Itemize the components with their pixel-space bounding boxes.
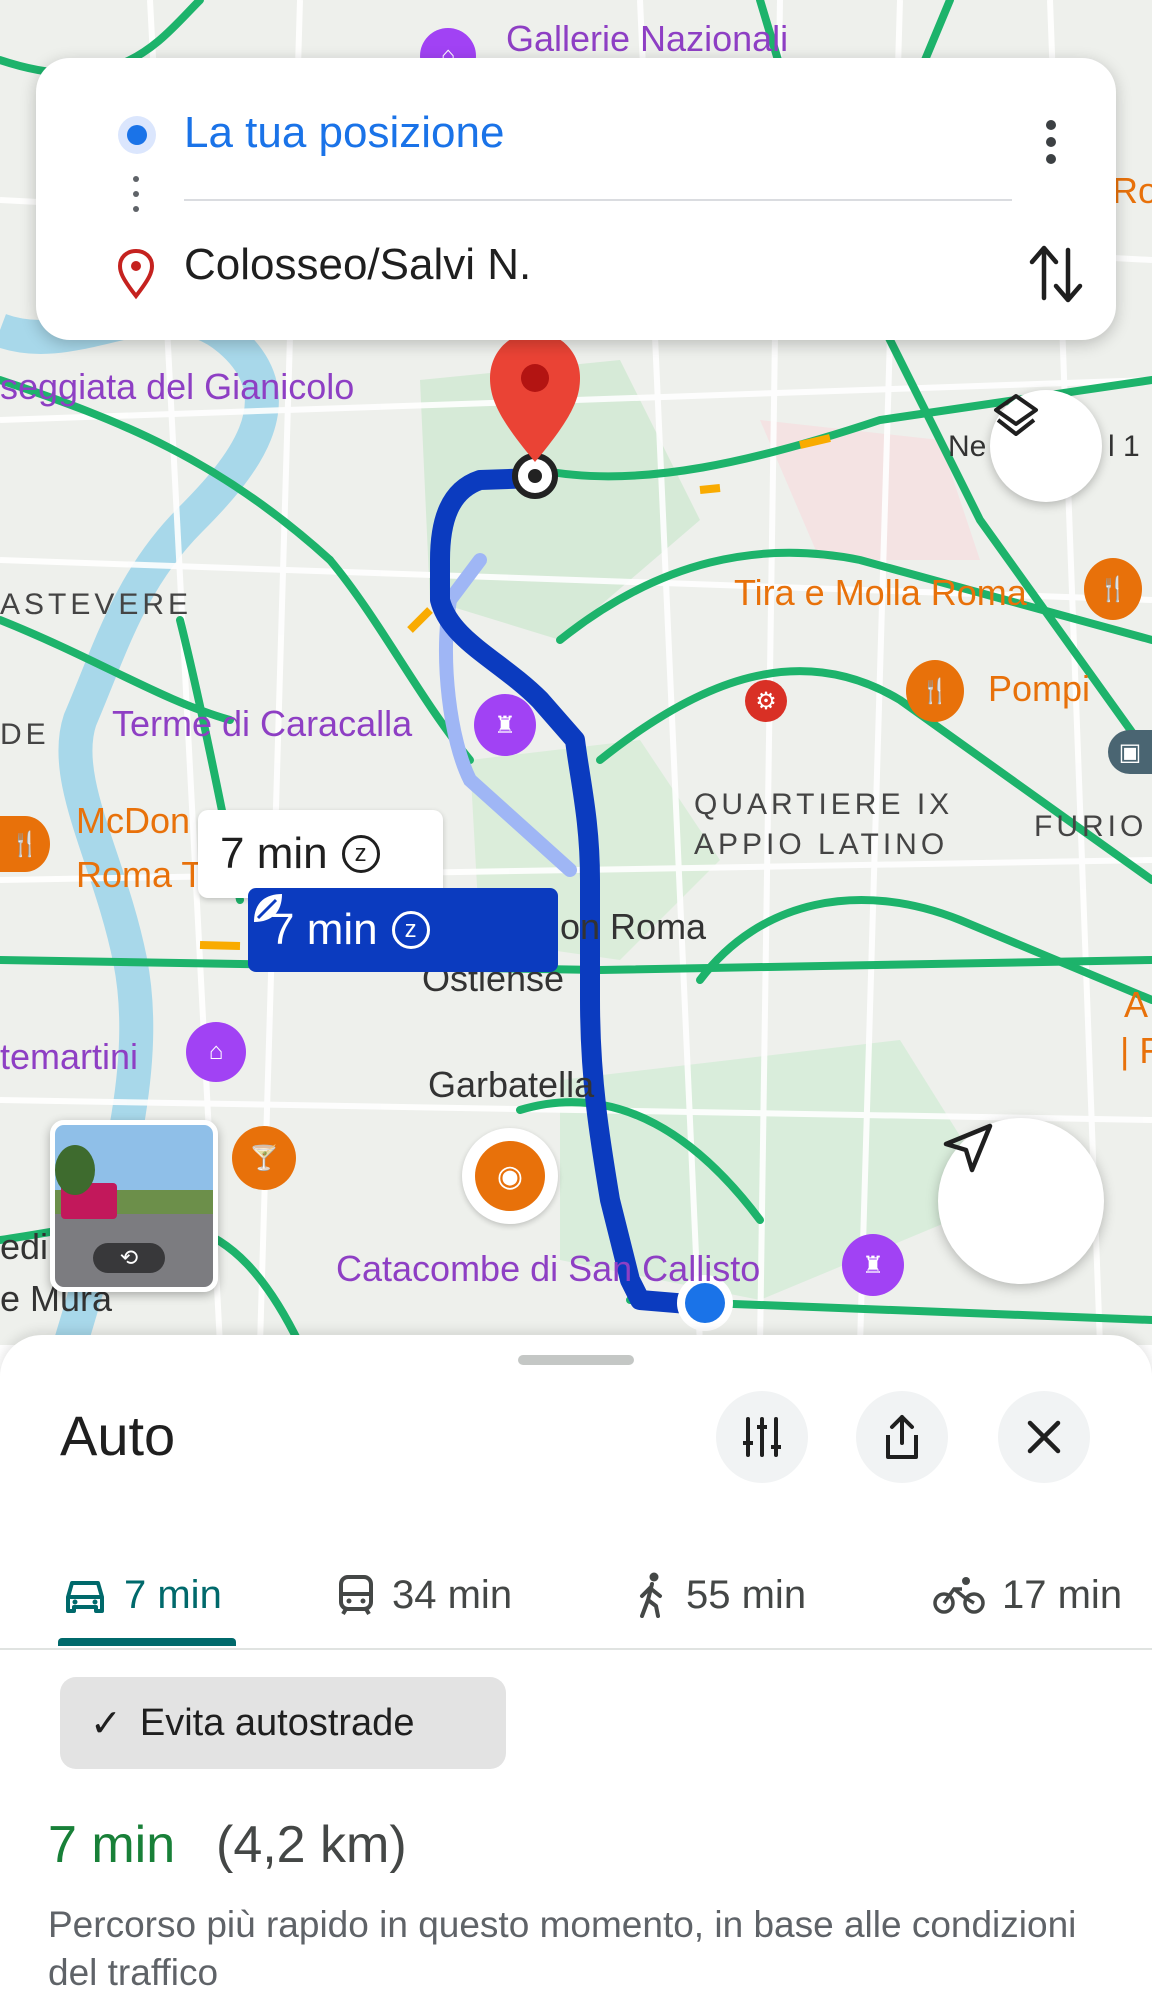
route-alt-time-bubble[interactable]: 7 min z xyxy=(198,810,443,898)
transit-icon xyxy=(339,1575,373,1616)
directions-search-card: La tua posizione Colosseo/Salvi N. xyxy=(36,58,1116,340)
map-label-l1: l 1 xyxy=(1108,430,1140,463)
ztl-icon: z xyxy=(391,911,430,949)
restaurant-icon[interactable]: 🍴 xyxy=(906,660,964,722)
map-label-de: DE xyxy=(0,718,50,751)
street-view-tree xyxy=(55,1145,95,1195)
restaurant-icon[interactable]: 🍴 xyxy=(1084,558,1142,620)
tabs-divider xyxy=(0,1648,1152,1650)
tab-car[interactable]: 7 min xyxy=(62,1540,222,1650)
tab-car-time: 7 min xyxy=(124,1572,222,1617)
destination-pin-icon xyxy=(117,248,155,300)
map-label-caracalla[interactable]: Terme di Caracalla xyxy=(112,703,412,745)
more-options-button[interactable] xyxy=(1026,102,1076,182)
tab-bike[interactable]: 17 min xyxy=(932,1540,1122,1650)
ztl-icon: z xyxy=(341,835,380,873)
tab-walk-time: 55 min xyxy=(686,1572,807,1617)
map-label-a: A xyxy=(1124,984,1149,1025)
directions-bottom-sheet: Auto 7 min 34 min 55 min 17 min ✓ Evita … xyxy=(0,1335,1152,2000)
map-label-furio: FURIO xyxy=(1034,810,1148,843)
tab-transit[interactable]: 34 min xyxy=(336,1540,512,1650)
route-connector-icon xyxy=(132,176,140,221)
map-label-montemartini[interactable]: temartini xyxy=(0,1036,138,1078)
monument-icon[interactable]: ♜ xyxy=(842,1234,904,1296)
map-label-f: | F xyxy=(1120,1030,1152,1071)
walk-icon xyxy=(640,1572,662,1618)
map-label-passeggiata[interactable]: seggiata del Gianicolo xyxy=(0,366,354,408)
car-service-icon[interactable]: ⚙ xyxy=(745,680,787,722)
monument-icon[interactable]: ♜ xyxy=(474,694,536,756)
travel-mode-tabs: 7 min 34 min 55 min 17 min xyxy=(0,1540,1152,1650)
restaurant-icon[interactable]: 🍴 xyxy=(0,816,50,872)
map-label-ro: Ro xyxy=(1112,170,1152,211)
close-button[interactable] xyxy=(998,1391,1090,1483)
map-label-pompi[interactable]: Pompi xyxy=(988,668,1090,710)
car-icon xyxy=(66,1581,104,1613)
bike-icon xyxy=(933,1577,985,1614)
sliders-icon xyxy=(743,1417,781,1457)
close-icon xyxy=(1027,1420,1061,1454)
map-label-appio: APPIO LATINO xyxy=(694,828,949,861)
rotate-360-icon: ⟲ xyxy=(93,1243,165,1273)
share-button[interactable] xyxy=(856,1391,948,1483)
map-label-mcdon-2[interactable]: Roma T xyxy=(76,854,203,896)
sheet-title: Auto xyxy=(60,1404,176,1467)
map-label-mcdon[interactable]: McDon xyxy=(76,800,190,842)
map-label-ne: Ne xyxy=(948,430,987,463)
route-main-time-bubble[interactable]: 7 min z xyxy=(248,888,558,972)
tab-transit-time: 34 min xyxy=(392,1572,513,1617)
swap-directions-icon[interactable] xyxy=(1026,238,1086,308)
chip-label: Evita autostrade xyxy=(139,1701,415,1744)
route-distance: (4,2 km) xyxy=(216,1816,407,1874)
navigate-button[interactable] xyxy=(938,1118,1104,1284)
map-label-catacombe[interactable]: Catacombe di San Callisto xyxy=(336,1248,760,1290)
street-view-thumbnail[interactable]: ⟲ xyxy=(50,1120,218,1292)
map-label-quartiere: QUARTIERE IX xyxy=(694,788,954,821)
route-alt-time: 7 min xyxy=(220,829,328,878)
map-label-onroma[interactable]: on Roma xyxy=(560,906,706,948)
museum-icon[interactable]: ⌂ xyxy=(186,1022,246,1082)
tab-walk[interactable]: 55 min xyxy=(634,1540,806,1650)
map-label-garbatella[interactable]: Garbatella xyxy=(428,1064,594,1106)
avoid-highways-chip[interactable]: ✓ Evita autostrade xyxy=(60,1677,506,1769)
destination-field[interactable]: Colosseo/Salvi N. xyxy=(184,240,531,290)
map-label-trastevere: ASTEVERE xyxy=(0,588,193,621)
layers-button[interactable] xyxy=(990,390,1102,502)
traffic-camera-icon[interactable]: ◉ xyxy=(462,1128,558,1224)
bar-icon[interactable]: 🍸 xyxy=(232,1126,296,1190)
origin-field[interactable]: La tua posizione xyxy=(184,108,504,158)
route-options-button[interactable] xyxy=(716,1391,808,1483)
origin-location-icon xyxy=(118,116,156,154)
field-divider xyxy=(184,199,1012,201)
tab-bike-time: 17 min xyxy=(1002,1572,1123,1617)
check-icon: ✓ xyxy=(90,1702,122,1745)
sheet-drag-handle[interactable] xyxy=(518,1355,634,1365)
navigation-arrow-icon xyxy=(943,1123,993,1173)
layers-icon xyxy=(994,394,1038,436)
map-label-gallerie[interactable]: Gallerie Nazionali xyxy=(506,18,788,60)
bus-stop-icon[interactable]: ▣ xyxy=(1108,730,1152,774)
active-tab-indicator xyxy=(58,1638,236,1646)
route-duration: 7 min xyxy=(48,1816,176,1874)
share-icon xyxy=(886,1415,918,1459)
route-description: Percorso più rapido in questo momento, i… xyxy=(48,1904,1077,1993)
map-label-tiramolla[interactable]: Tira e Molla Roma xyxy=(734,572,1027,614)
map-label-edi: edi xyxy=(0,1226,49,1267)
